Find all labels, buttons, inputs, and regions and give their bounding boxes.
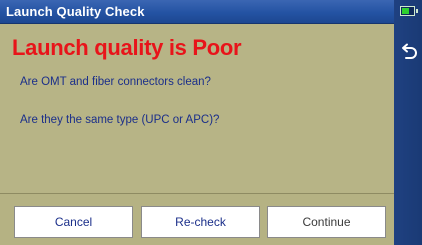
- cancel-button[interactable]: Cancel: [14, 206, 133, 238]
- recheck-button[interactable]: Re-check: [141, 206, 260, 238]
- button-bar: Cancel Re-check Continue: [0, 193, 394, 245]
- launch-quality-screen: Launch Quality Check Launch quality is P…: [0, 0, 422, 245]
- back-arrow-icon[interactable]: [398, 42, 420, 64]
- window-title: Launch Quality Check: [6, 4, 145, 19]
- side-panel: [394, 0, 422, 245]
- battery-level: [402, 8, 409, 14]
- title-bar: Launch Quality Check: [0, 0, 394, 24]
- battery-terminal: [416, 9, 418, 13]
- result-heading: Launch quality is Poor: [12, 35, 242, 60]
- continue-button[interactable]: Continue: [267, 206, 386, 238]
- question-connectors-clean: Are OMT and fiber connectors clean?: [20, 76, 211, 88]
- question-connector-type: Are they the same type (UPC or APC)?: [20, 114, 220, 126]
- battery-icon: [400, 6, 418, 16]
